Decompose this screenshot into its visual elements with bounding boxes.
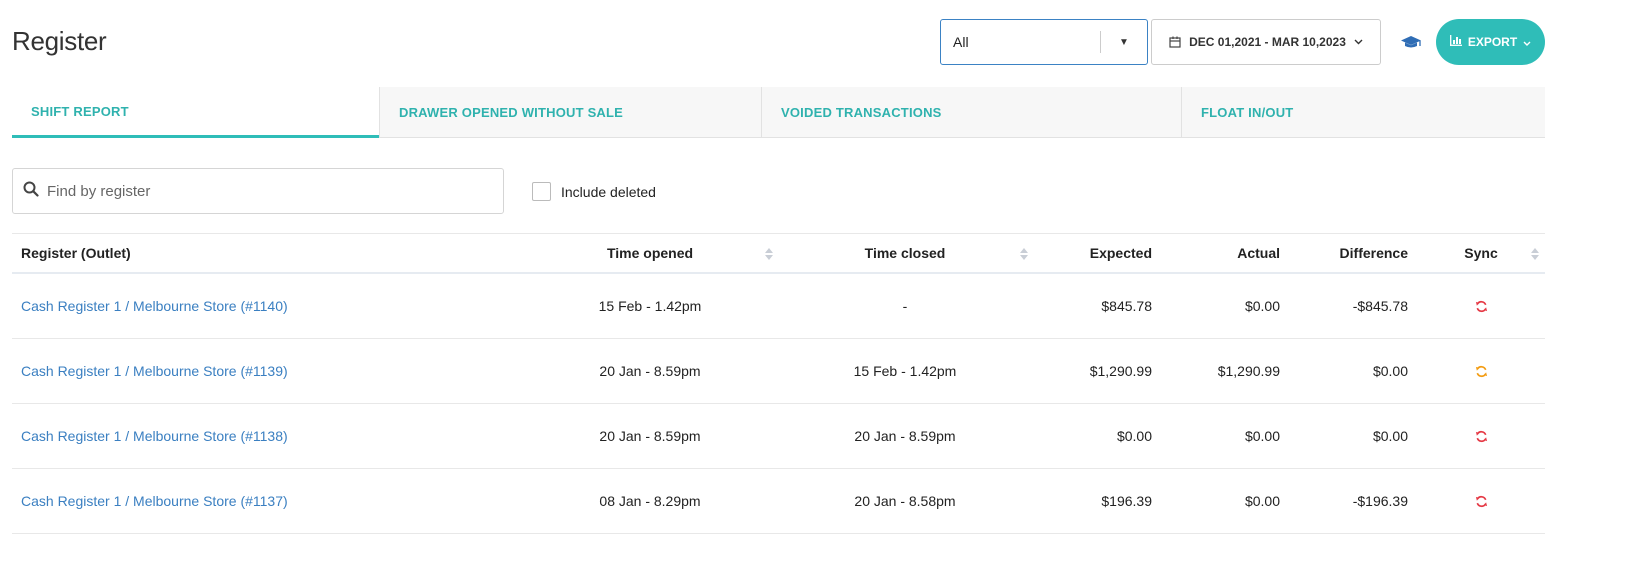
difference-cell: -$845.78: [1352, 298, 1408, 314]
table-header: Register (Outlet) Time opened Time close…: [12, 234, 1545, 274]
search-box: [12, 168, 504, 214]
time-closed-cell: 15 Feb - 1.42pm: [853, 363, 957, 379]
outlet-select[interactable]: All ▼: [940, 19, 1148, 65]
search-icon: [13, 181, 39, 202]
column-header-register: Register (Outlet): [21, 245, 131, 261]
difference-cell: $0.00: [1372, 428, 1408, 444]
expected-cell: $0.00: [1116, 428, 1152, 444]
outlet-select-value: All: [953, 34, 969, 50]
register-link[interactable]: Cash Register 1 / Melbourne Store (#1138…: [21, 428, 288, 444]
expected-cell: $196.39: [1101, 493, 1152, 509]
time-opened-cell: 15 Feb - 1.42pm: [598, 298, 702, 314]
register-link[interactable]: Cash Register 1 / Melbourne Store (#1137…: [21, 493, 288, 509]
include-deleted-toggle[interactable]: Include deleted: [532, 182, 656, 201]
shift-report-table: Register (Outlet) Time opened Time close…: [12, 233, 1545, 534]
chevron-down-icon: [1354, 39, 1363, 45]
sort-icon[interactable]: [1019, 247, 1029, 261]
actual-cell: $0.00: [1244, 298, 1280, 314]
sync-icon[interactable]: [1451, 469, 1511, 533]
actual-cell: $1,290.99: [1217, 363, 1280, 379]
time-closed-cell: -: [902, 298, 908, 314]
tab-drawer-opened-without-sale[interactable]: DRAWER OPENED WITHOUT SALE: [379, 87, 761, 137]
time-opened-cell: 20 Jan - 8.59pm: [599, 428, 701, 444]
time-closed-cell: 20 Jan - 8.58pm: [854, 493, 956, 509]
date-range-picker[interactable]: DEC 01,2021 - MAR 10,2023: [1151, 19, 1381, 65]
expected-cell: $845.78: [1101, 298, 1152, 314]
column-header-actual: Actual: [1237, 245, 1280, 261]
column-header-time-opened[interactable]: Time opened: [550, 234, 750, 272]
table-row[interactable]: Cash Register 1 / Melbourne Store (#1138…: [12, 404, 1545, 469]
date-range-label: DEC 01,2021 - MAR 10,2023: [1189, 35, 1346, 49]
search-input[interactable]: [47, 182, 467, 200]
actual-cell: $0.00: [1244, 428, 1280, 444]
table-row[interactable]: Cash Register 1 / Melbourne Store (#1139…: [12, 339, 1545, 404]
sort-icon[interactable]: [1530, 247, 1540, 261]
sync-icon[interactable]: [1451, 404, 1511, 468]
column-header-time-closed[interactable]: Time closed: [805, 234, 1005, 272]
sort-icon[interactable]: [764, 247, 774, 261]
report-tabs: SHIFT REPORT DRAWER OPENED WITHOUT SALE …: [12, 87, 1545, 138]
sync-icon[interactable]: [1451, 274, 1511, 338]
sync-icon[interactable]: [1451, 339, 1511, 403]
difference-cell: -$196.39: [1352, 493, 1408, 509]
time-opened-cell: 08 Jan - 8.29pm: [599, 493, 701, 509]
table-row[interactable]: Cash Register 1 / Melbourne Store (#1137…: [12, 469, 1545, 534]
time-opened-cell: 20 Jan - 8.59pm: [599, 363, 701, 379]
tab-shift-report[interactable]: SHIFT REPORT: [12, 87, 379, 138]
actual-cell: $0.00: [1244, 493, 1280, 509]
include-deleted-checkbox[interactable]: [532, 182, 551, 201]
tab-float-in-out[interactable]: FLOAT IN/OUT: [1181, 87, 1545, 137]
graduation-cap-icon[interactable]: [1400, 33, 1422, 51]
time-closed-cell: 20 Jan - 8.59pm: [854, 428, 956, 444]
column-header-difference: Difference: [1339, 245, 1408, 261]
export-button[interactable]: EXPORT: [1436, 19, 1545, 65]
chevron-down-icon: [1523, 35, 1531, 49]
export-label: EXPORT: [1467, 35, 1518, 49]
table-row[interactable]: Cash Register 1 / Melbourne Store (#1140…: [12, 274, 1545, 339]
bar-chart-icon: [1449, 35, 1462, 49]
include-deleted-label: Include deleted: [561, 183, 656, 200]
expected-cell: $1,290.99: [1089, 363, 1152, 379]
calendar-icon: [1169, 36, 1181, 48]
tab-voided-transactions[interactable]: VOIDED TRANSACTIONS: [761, 87, 1181, 137]
register-link[interactable]: Cash Register 1 / Melbourne Store (#1139…: [21, 363, 288, 379]
column-header-expected: Expected: [1089, 245, 1152, 261]
column-header-sync[interactable]: Sync: [1451, 234, 1511, 272]
difference-cell: $0.00: [1372, 363, 1408, 379]
caret-down-icon[interactable]: ▼: [1101, 37, 1147, 48]
register-link[interactable]: Cash Register 1 / Melbourne Store (#1140…: [21, 298, 288, 314]
page-title: Register: [12, 26, 107, 56]
